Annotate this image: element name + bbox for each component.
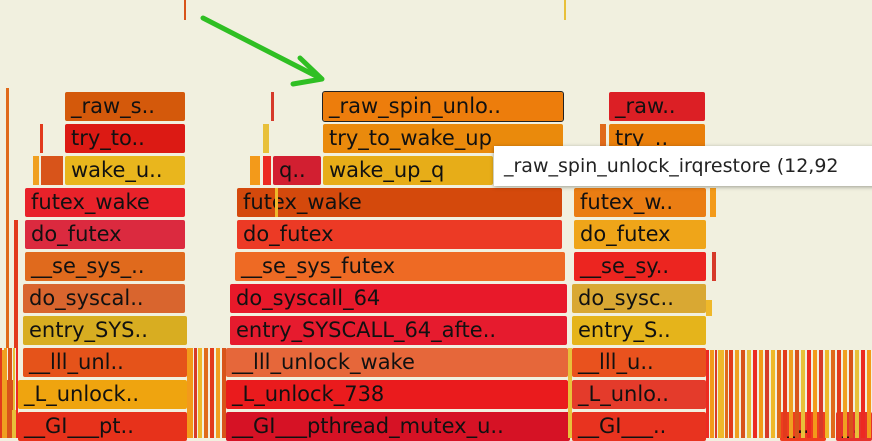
annotation-arrow-icon [200, 15, 325, 87]
frame-tooltip: _raw_spin_unlock_irqrestore (12,92 [494, 146, 872, 186]
arrow-shaft [200, 15, 321, 80]
